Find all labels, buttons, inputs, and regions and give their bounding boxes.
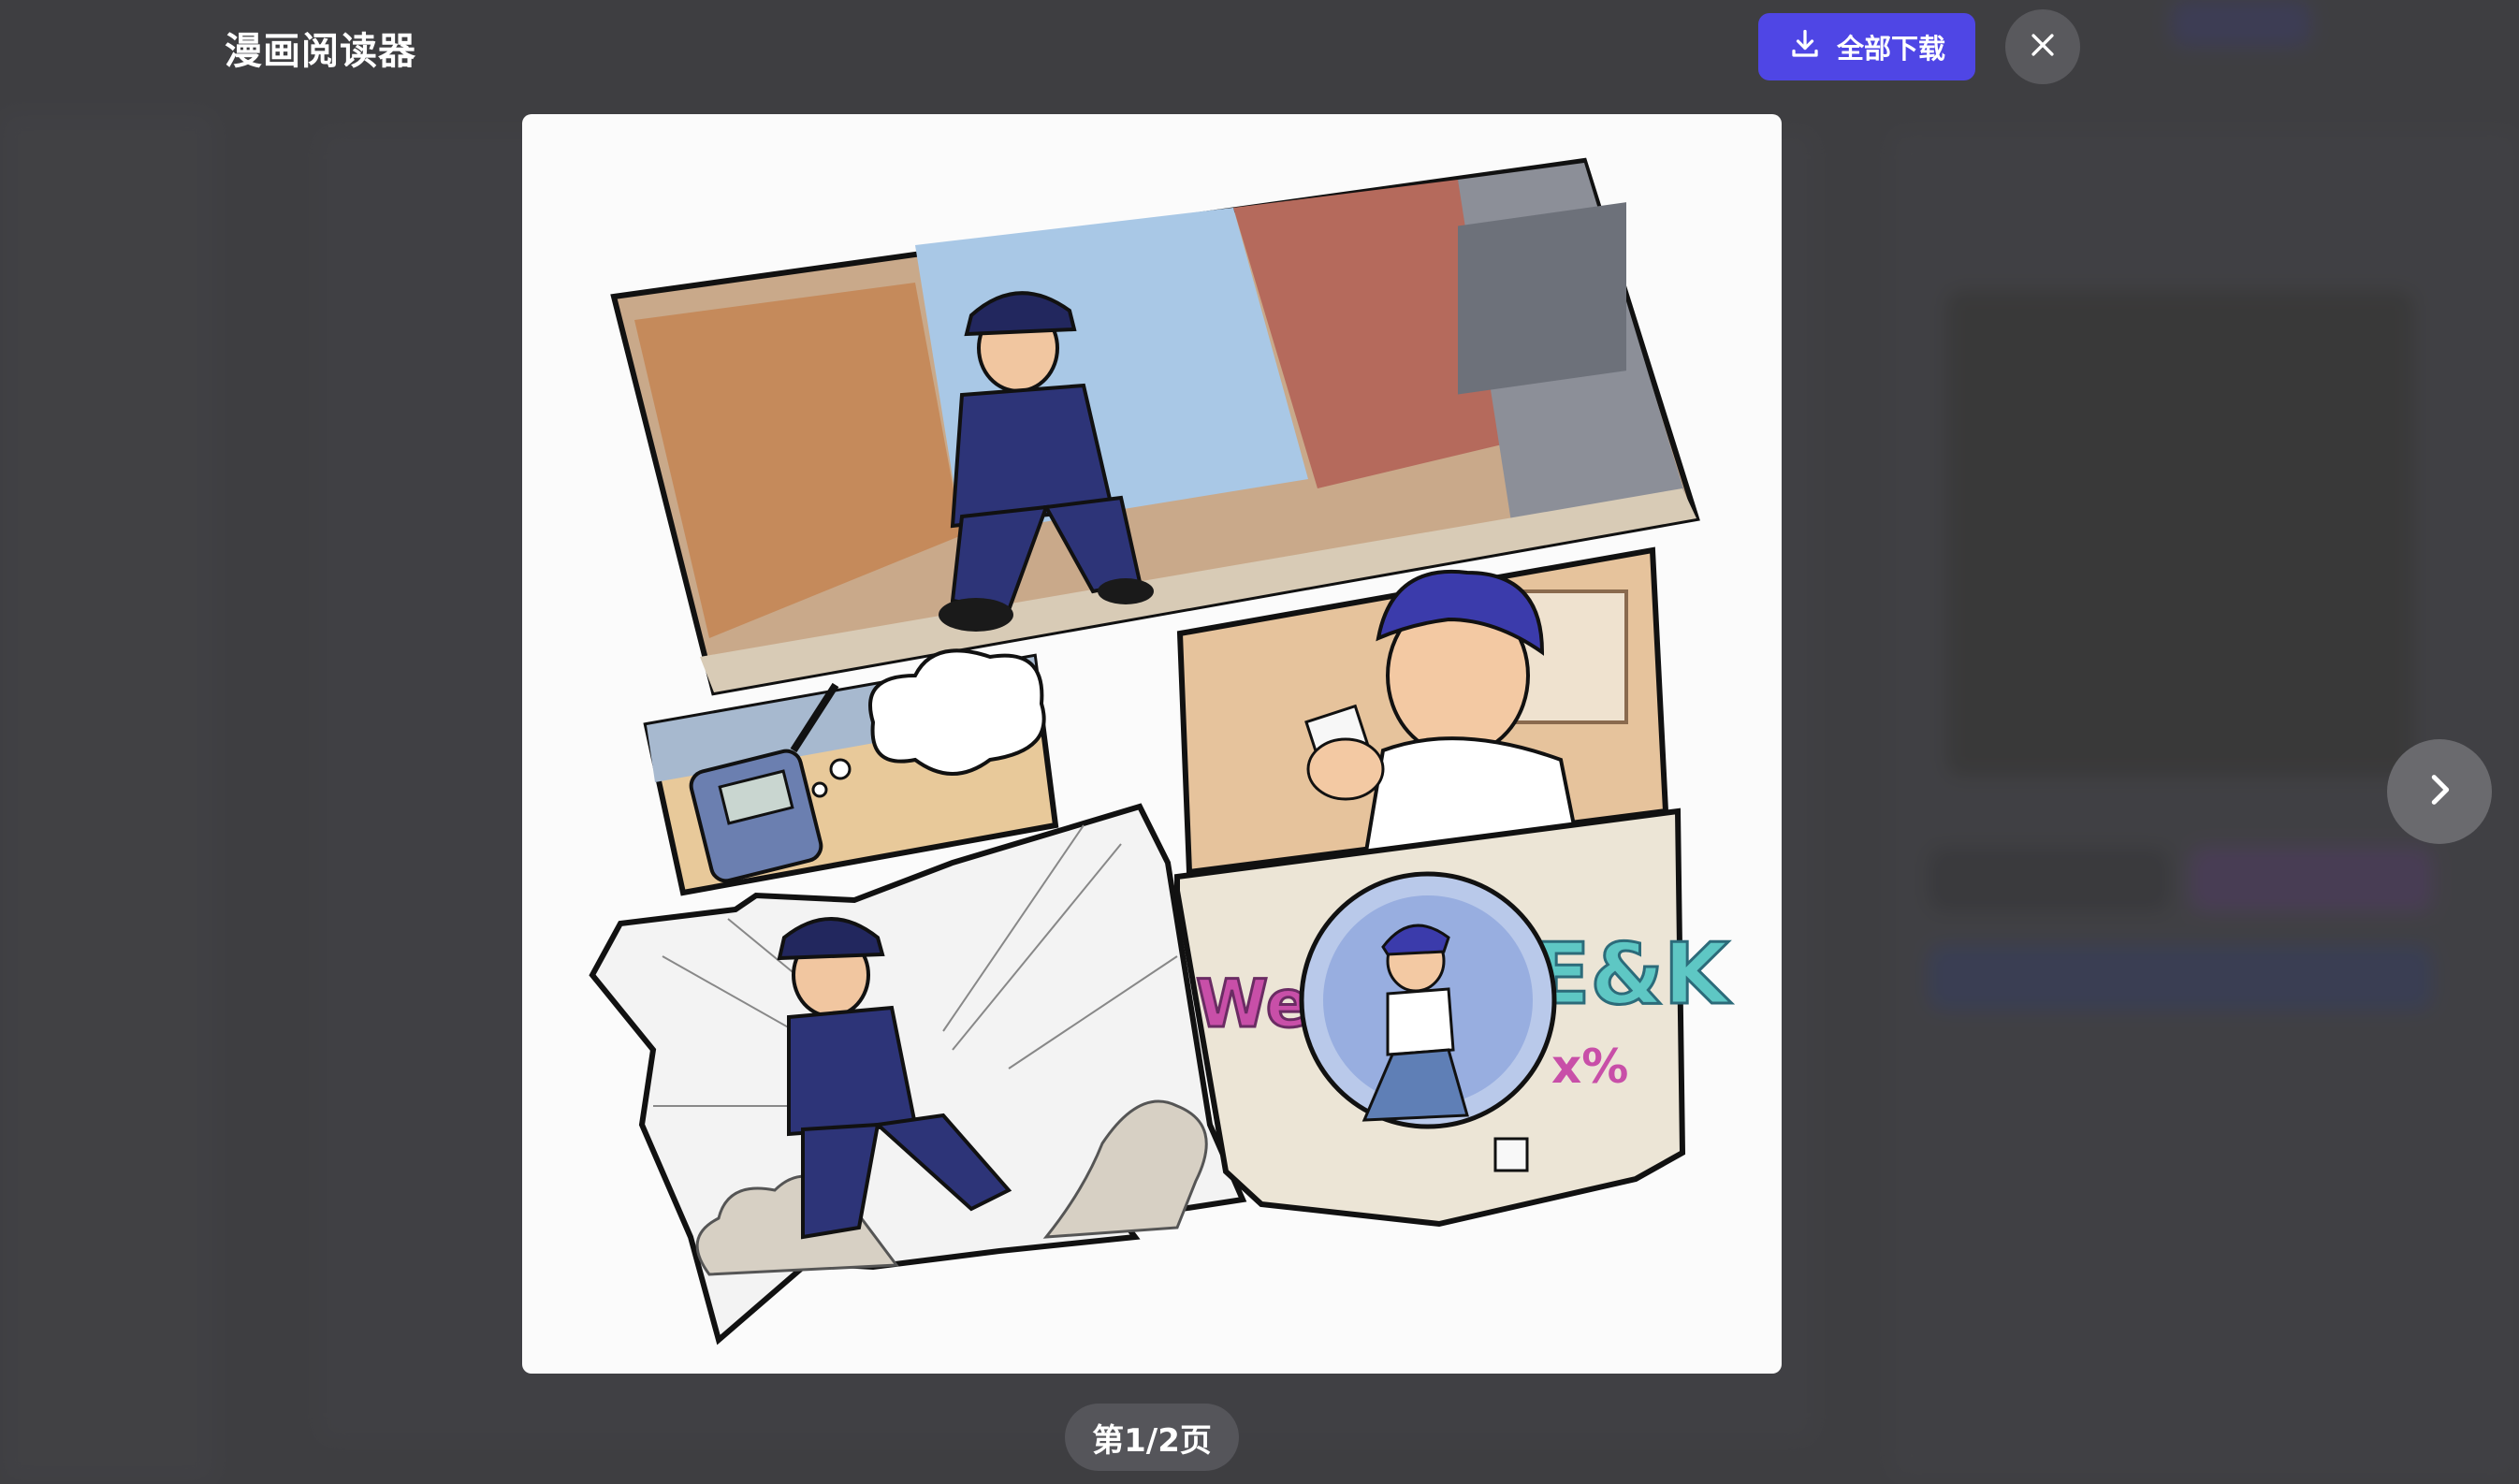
next-page-button[interactable] [2387,739,2492,844]
close-button[interactable] [2005,9,2080,84]
svg-text:E&K: E&K [1533,925,1732,1024]
page-indicator: 第1/2页 [1065,1404,1239,1471]
comic-panel-5: E&K We x% [1174,807,1733,1228]
comic-page-image: E&K We x% [522,114,1782,1374]
reader-title: 漫画阅读器 [225,30,416,73]
svg-text:x%: x% [1551,1040,1628,1094]
download-all-label: 全部下载 [1836,33,1945,65]
download-icon [1788,27,1822,67]
download-all-button[interactable]: 全部下载 [1758,13,1975,80]
close-icon [2027,29,2059,65]
chevron-right-icon [2418,768,2461,815]
svg-text:We: We [1196,966,1310,1042]
